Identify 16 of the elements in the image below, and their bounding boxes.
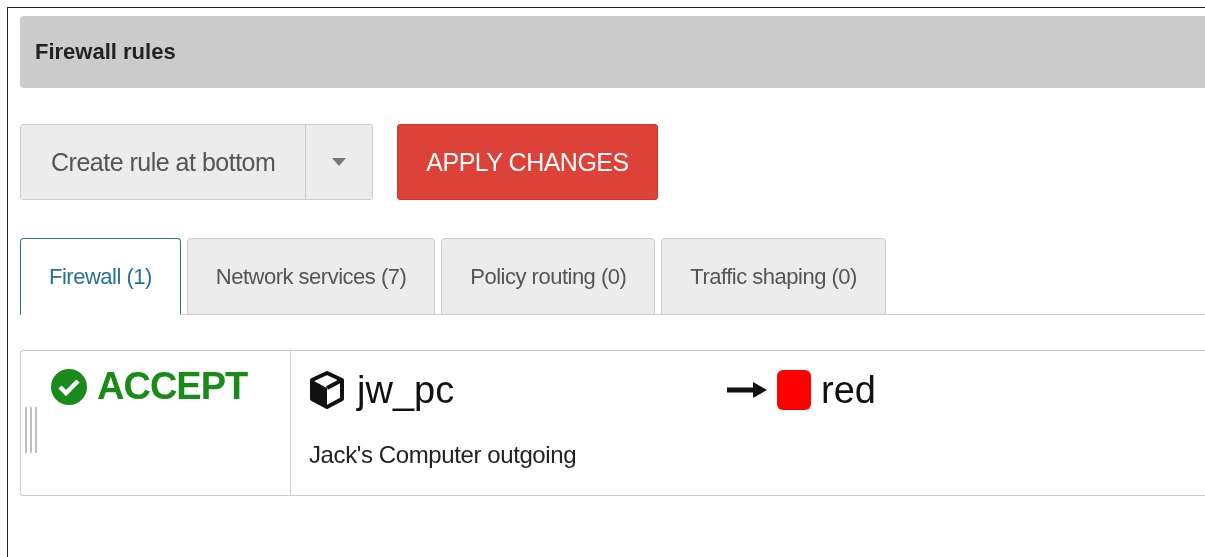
tab[interactable]: Policy routing (0) xyxy=(441,238,656,315)
source-name: jw_pc xyxy=(357,368,455,412)
tab[interactable]: Traffic shaping (0) xyxy=(661,238,886,315)
action-label: ACCEPT xyxy=(97,365,248,408)
tab[interactable]: Firewall (1) xyxy=(20,238,181,315)
panel-title: Firewall rules xyxy=(35,39,176,65)
apply-changes-button[interactable]: APPLY CHANGES xyxy=(397,124,658,200)
rule-description: Jack's Computer outgoing xyxy=(309,441,578,469)
drag-handle-icon[interactable] xyxy=(25,407,37,453)
destination-name: red xyxy=(821,368,876,412)
arrow-right-icon xyxy=(727,381,767,399)
caret-icon xyxy=(332,158,347,166)
check-circle-icon xyxy=(51,368,87,405)
create-rule-button[interactable]: Create rule at bottom xyxy=(21,125,307,199)
tab[interactable]: Network services (7) xyxy=(186,238,436,315)
cube-icon xyxy=(309,371,345,409)
